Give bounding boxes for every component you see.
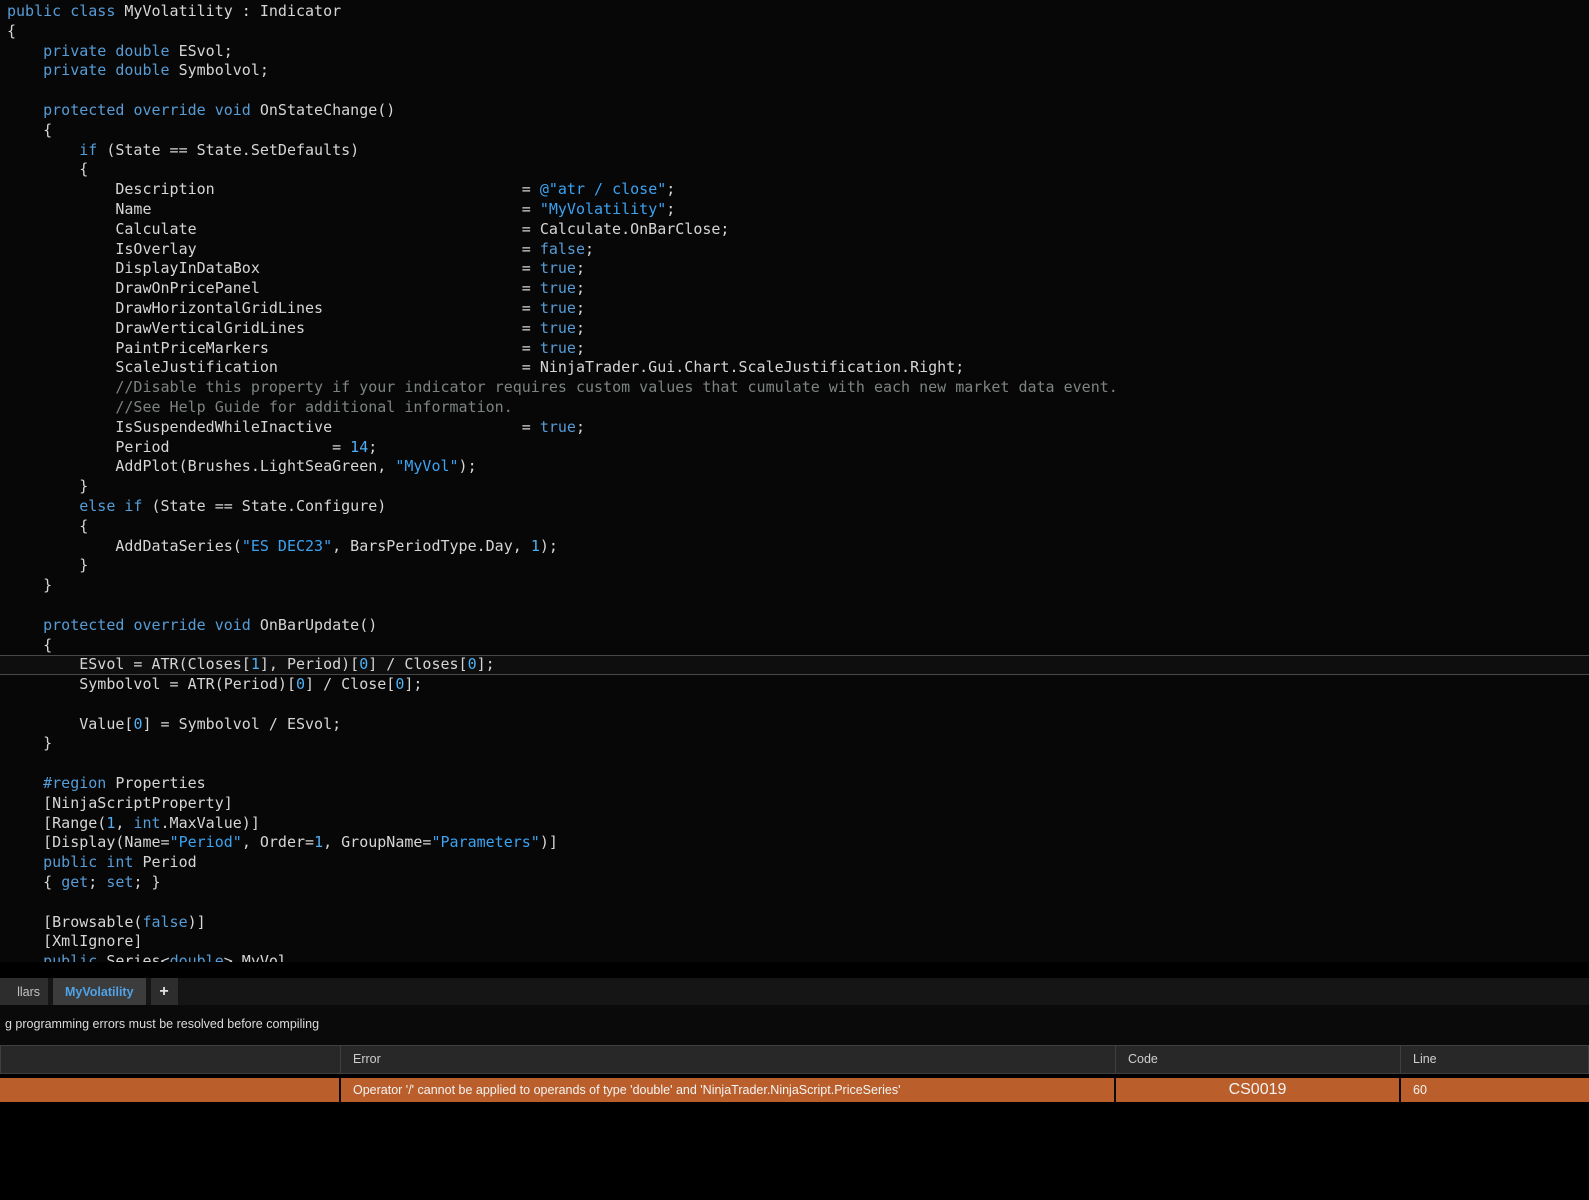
code-line[interactable]: [XmlIgnore]: [0, 932, 1589, 952]
code-line[interactable]: Name = "MyVolatility";: [0, 200, 1589, 220]
code-area[interactable]: public class MyVolatility : Indicator{ p…: [0, 0, 1589, 962]
code-line[interactable]: AddDataSeries("ES DEC23", BarsPeriodType…: [0, 537, 1589, 557]
code-line[interactable]: {: [0, 121, 1589, 141]
code-line[interactable]: {: [0, 517, 1589, 537]
code-line[interactable]: Period = 14;: [0, 438, 1589, 458]
editor-tab-bar: llars MyVolatility +: [0, 978, 1589, 1005]
code-line[interactable]: [NinjaScriptProperty]: [0, 794, 1589, 814]
column-header-error[interactable]: Error: [341, 1045, 1116, 1074]
code-line[interactable]: Description = @"atr / close";: [0, 180, 1589, 200]
code-line[interactable]: public Series<double> MyVol: [0, 952, 1589, 962]
code-line[interactable]: DisplayInDataBox = true;: [0, 259, 1589, 279]
code-line[interactable]: private double ESvol;: [0, 42, 1589, 62]
code-line[interactable]: DrawOnPricePanel = true;: [0, 279, 1589, 299]
tab-label: llars: [17, 984, 40, 999]
code-line[interactable]: DrawHorizontalGridLines = true;: [0, 299, 1589, 319]
code-line[interactable]: #region Properties: [0, 774, 1589, 794]
column-header-line[interactable]: Line: [1401, 1045, 1589, 1074]
code-line[interactable]: [0, 81, 1589, 101]
code-line[interactable]: else if (State == State.Configure): [0, 497, 1589, 517]
code-line[interactable]: ScaleJustification = NinjaTrader.Gui.Cha…: [0, 358, 1589, 378]
error-row[interactable]: Operator '/' cannot be applied to operan…: [0, 1078, 1589, 1102]
code-line[interactable]: private double Symbolvol;: [0, 61, 1589, 81]
code-line[interactable]: }: [0, 576, 1589, 596]
code-line[interactable]: {: [0, 160, 1589, 180]
code-line[interactable]: Symbolvol = ATR(Period)[0] / Close[0];: [0, 675, 1589, 695]
error-message-cell: Operator '/' cannot be applied to operan…: [341, 1078, 1116, 1102]
plus-icon: +: [159, 982, 169, 1000]
code-line[interactable]: }: [0, 734, 1589, 754]
tab-myvolatility[interactable]: MyVolatility: [53, 978, 146, 1005]
add-tab-button[interactable]: +: [150, 978, 178, 1005]
code-line[interactable]: { get; set; }: [0, 873, 1589, 893]
error-file-cell: [0, 1078, 341, 1102]
error-code-cell: CS0019: [1116, 1078, 1401, 1102]
code-line[interactable]: [0, 893, 1589, 913]
ninjascript-editor-window: public class MyVolatility : Indicator{ p…: [0, 0, 1589, 1200]
code-line[interactable]: PaintPriceMarkers = true;: [0, 339, 1589, 359]
code-line[interactable]: Calculate = Calculate.OnBarClose;: [0, 220, 1589, 240]
code-line[interactable]: [Browsable(false)]: [0, 913, 1589, 933]
code-line[interactable]: [Range(1, int.MaxValue)]: [0, 814, 1589, 834]
code-line-current[interactable]: ESvol = ATR(Closes[1], Period)[0] / Clos…: [0, 655, 1589, 676]
code-line[interactable]: [0, 695, 1589, 715]
compile-status-bar: g programming errors must be resolved be…: [0, 1005, 1589, 1045]
code-line[interactable]: [0, 754, 1589, 774]
column-header-file[interactable]: [0, 1045, 341, 1074]
compile-status-message: g programming errors must be resolved be…: [5, 1017, 320, 1031]
code-line[interactable]: {: [0, 636, 1589, 656]
error-line-cell: 60: [1401, 1078, 1589, 1102]
tab-label: MyVolatility: [65, 984, 134, 999]
tab-dollars[interactable]: llars: [0, 978, 48, 1005]
code-line[interactable]: }: [0, 477, 1589, 497]
code-line[interactable]: protected override void OnBarUpdate(): [0, 616, 1589, 636]
code-line[interactable]: protected override void OnStateChange(): [0, 101, 1589, 121]
code-line[interactable]: AddPlot(Brushes.LightSeaGreen, "MyVol");: [0, 457, 1589, 477]
code-line[interactable]: if (State == State.SetDefaults): [0, 141, 1589, 161]
code-line[interactable]: IsSuspendedWhileInactive = true;: [0, 418, 1589, 438]
code-line[interactable]: Value[0] = Symbolvol / ESvol;: [0, 715, 1589, 735]
code-line[interactable]: //Disable this property if your indicato…: [0, 378, 1589, 398]
code-line[interactable]: }: [0, 556, 1589, 576]
error-table: Error Code Line Operator '/' cannot be a…: [0, 1045, 1589, 1102]
code-line[interactable]: [Display(Name="Period", Order=1, GroupNa…: [0, 833, 1589, 853]
code-line[interactable]: [0, 596, 1589, 616]
code-line[interactable]: public int Period: [0, 853, 1589, 873]
column-header-code[interactable]: Code: [1116, 1045, 1401, 1074]
code-line[interactable]: //See Help Guide for additional informat…: [0, 398, 1589, 418]
code-line[interactable]: public class MyVolatility : Indicator: [0, 2, 1589, 22]
code-line[interactable]: IsOverlay = false;: [0, 240, 1589, 260]
error-table-header: Error Code Line: [0, 1045, 1589, 1074]
code-line[interactable]: DrawVerticalGridLines = true;: [0, 319, 1589, 339]
code-line[interactable]: {: [0, 22, 1589, 42]
